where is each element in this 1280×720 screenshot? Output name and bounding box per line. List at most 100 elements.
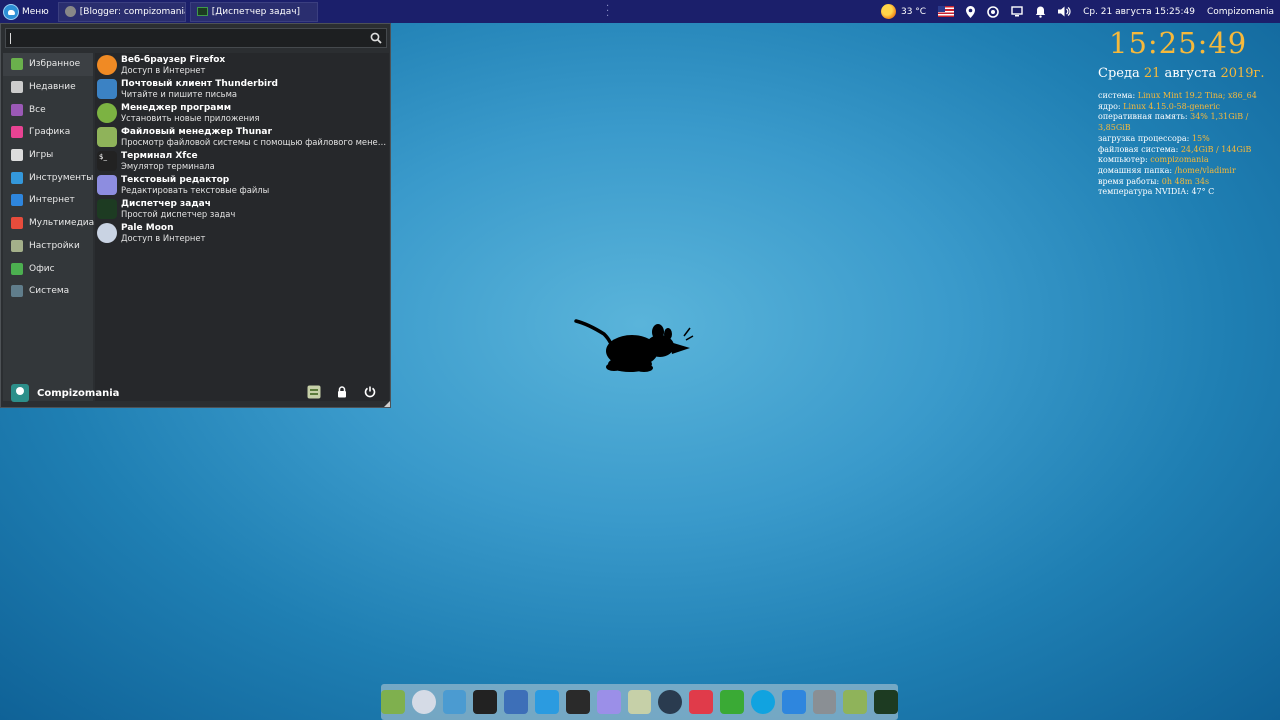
category-item[interactable]: Все bbox=[3, 98, 93, 121]
settings-icon bbox=[11, 239, 23, 252]
category-item[interactable]: Графика bbox=[3, 121, 93, 144]
palette-icon bbox=[11, 126, 23, 139]
category-item[interactable]: Офис bbox=[3, 257, 93, 280]
search-icon[interactable] bbox=[370, 32, 382, 44]
taskbar-item-label: [Blogger: compizomania ... bbox=[79, 6, 186, 17]
application-item[interactable]: Файловый менеджер Thunar Просмотр файлово… bbox=[95, 125, 389, 149]
application-item[interactable]: $_ Терминал Xfce Эмулятор терминала bbox=[95, 149, 389, 173]
taskbar-item-task-manager[interactable]: [Диспетчер задач] bbox=[189, 1, 318, 22]
category-item[interactable]: Настройки bbox=[3, 235, 93, 258]
category-item[interactable]: Инструменты bbox=[3, 166, 93, 189]
category-item[interactable]: Мультимедиа bbox=[3, 212, 95, 235]
terminal-icon[interactable] bbox=[473, 690, 498, 714]
category-item[interactable]: Интернет bbox=[3, 189, 93, 212]
conky-info-row: время работы: 0h 48m 34s bbox=[1098, 177, 1278, 188]
category-label: Игры bbox=[29, 150, 54, 161]
shield-icon[interactable] bbox=[720, 690, 744, 714]
steam-icon[interactable] bbox=[658, 690, 683, 714]
application-text: Диспетчер задач Простой диспетчер задач bbox=[121, 199, 387, 219]
palemoon-icon[interactable] bbox=[411, 690, 436, 714]
task-manager-icon bbox=[97, 199, 117, 219]
lock-icon bbox=[338, 386, 346, 398]
conky-info-label: домашняя папка: bbox=[1098, 165, 1173, 175]
conky-info-row: ядро: Linux 4.15.0-58-generic bbox=[1098, 102, 1278, 113]
weather-plugin[interactable]: 33 °C bbox=[875, 0, 932, 23]
volume-indicator[interactable] bbox=[1052, 0, 1077, 23]
task-manager-icon bbox=[196, 7, 208, 16]
conky-info-label: компьютер: bbox=[1098, 155, 1148, 165]
menu-resize-grip[interactable] bbox=[384, 401, 390, 407]
application-item[interactable]: Почтовый клиент Thunderbird Читайте и пиш… bbox=[95, 77, 389, 101]
category-label: Мультимедиа bbox=[29, 218, 95, 229]
location-indicator[interactable] bbox=[960, 0, 981, 23]
notifications-indicator[interactable] bbox=[1029, 0, 1052, 23]
application-item[interactable]: Текстовый редактор Редактировать текстовы… bbox=[95, 173, 389, 197]
text-editor-icon[interactable] bbox=[596, 690, 621, 714]
category-label: Офис bbox=[29, 263, 55, 274]
category-item[interactable]: Избранное bbox=[3, 53, 93, 76]
settings-icon[interactable] bbox=[627, 690, 652, 714]
panel-separator-handle[interactable]: · · · bbox=[606, 2, 609, 22]
logout-icon bbox=[364, 386, 376, 398]
menu-search-input[interactable] bbox=[5, 28, 387, 48]
application-name: Почтовый клиент Thunderbird bbox=[121, 79, 278, 89]
category-item[interactable]: Игры bbox=[3, 144, 93, 167]
logout-button[interactable] bbox=[362, 384, 378, 400]
folder-green-icon bbox=[11, 58, 23, 71]
application-description: Редактировать текстовые файлы bbox=[121, 185, 270, 195]
conky-info-value: 15% bbox=[1191, 133, 1210, 143]
tv-icon[interactable] bbox=[442, 690, 467, 714]
panel-user-name[interactable]: Compizomania bbox=[1201, 0, 1280, 23]
weather-icon[interactable] bbox=[781, 690, 806, 714]
compiz-icon[interactable] bbox=[535, 690, 559, 714]
folder-icon[interactable] bbox=[843, 690, 868, 714]
keyboard-layout-indicator[interactable] bbox=[932, 0, 960, 23]
system-monitor-icon[interactable] bbox=[874, 690, 899, 714]
xfce-mouse-logo-icon bbox=[574, 319, 694, 372]
settings-manager-button[interactable] bbox=[306, 384, 322, 400]
globe-icon bbox=[11, 194, 23, 207]
conky-info-row: оперативная память: 34% 1,31GiB / 3,85Gi… bbox=[1098, 112, 1278, 133]
text-editor-icon bbox=[97, 175, 117, 195]
top-panel: Меню [Blogger: compizomania ... [Диспетч… bbox=[0, 0, 1280, 23]
application-item[interactable]: Веб-браузер Firefox Доступ в Интернет bbox=[95, 53, 389, 77]
application-description: Эмулятор терминала bbox=[121, 161, 215, 171]
conky-date: Среда 21 августа 2019г. bbox=[1098, 66, 1278, 81]
category-item[interactable]: Недавние bbox=[3, 76, 93, 99]
trash-icon[interactable] bbox=[812, 690, 837, 714]
text-cursor bbox=[10, 33, 11, 44]
conky-info-row: файловая система: 24,4GiB / 144GiB bbox=[1098, 145, 1278, 156]
home-folder-icon[interactable] bbox=[380, 690, 405, 714]
application-name: Менеджер программ bbox=[121, 103, 232, 113]
conky-info-row: домашняя папка: /home/vladimir bbox=[1098, 166, 1278, 177]
screenshot-icon[interactable] bbox=[504, 690, 529, 714]
application-name: Терминал Xfce bbox=[121, 151, 198, 161]
application-item[interactable]: Pale Moon Доступ в Интернет bbox=[95, 221, 389, 245]
menu-user-name: Compizomania bbox=[37, 387, 120, 399]
conky-info-value: 0h 48m 34s bbox=[1161, 176, 1210, 186]
weather-sun-icon bbox=[880, 4, 896, 19]
application-text: Терминал Xfce Эмулятор терминала bbox=[121, 151, 387, 171]
imagemagick-icon[interactable] bbox=[565, 690, 590, 714]
lock-screen-button[interactable] bbox=[334, 384, 350, 400]
category-label: Интернет bbox=[29, 195, 75, 206]
application-description: Читайте и пишите письма bbox=[121, 89, 238, 99]
conky-info-label: файловая система: bbox=[1098, 144, 1179, 154]
applications-menu-button[interactable]: Меню bbox=[0, 0, 52, 23]
taskbar-item-browser[interactable]: [Blogger: compizomania ... bbox=[57, 1, 186, 22]
panel-clock[interactable]: Ср. 21 августа 15:25:49 bbox=[1077, 0, 1201, 23]
menu-action-buttons bbox=[306, 384, 378, 400]
application-item[interactable]: Диспетчер задач Простой диспетчер задач bbox=[95, 197, 389, 221]
settings-icon bbox=[307, 385, 321, 399]
play-icon bbox=[11, 217, 23, 230]
application-description: Доступ в Интернет bbox=[121, 65, 206, 75]
compiz-indicator[interactable] bbox=[981, 0, 1005, 23]
category-item[interactable]: Система bbox=[3, 280, 93, 303]
application-text: Почтовый клиент Thunderbird Читайте и пиш… bbox=[121, 79, 387, 99]
application-item[interactable]: Менеджер программ Установить новые прилож… bbox=[95, 101, 389, 125]
palemoon-icon bbox=[97, 223, 117, 243]
pocket-icon[interactable] bbox=[689, 690, 714, 714]
skype-icon[interactable] bbox=[750, 690, 775, 714]
category-label: Настройки bbox=[29, 240, 80, 251]
display-indicator[interactable] bbox=[1005, 0, 1029, 23]
